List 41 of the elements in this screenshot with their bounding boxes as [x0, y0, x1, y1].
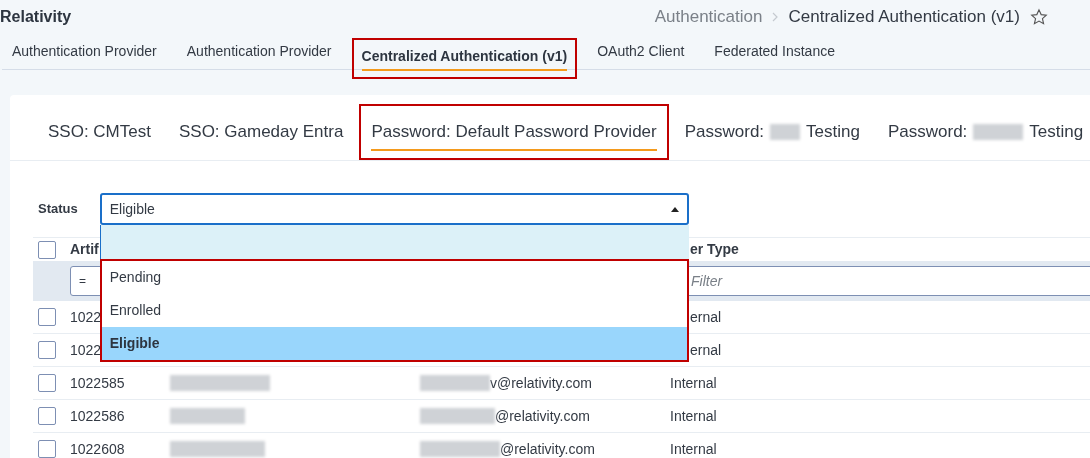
status-select[interactable]: Eligible [99, 193, 689, 225]
redaction-block [420, 375, 490, 391]
table-cell-text: Internal [670, 373, 717, 393]
caret-up-icon [670, 206, 679, 212]
star-icon[interactable] [1030, 8, 1048, 26]
checkbox[interactable] [38, 308, 56, 326]
tab[interactable]: Centralized Authentication (v1) [351, 38, 578, 79]
checkbox[interactable] [38, 341, 56, 359]
dropdown-option[interactable]: Eligible [101, 327, 687, 360]
provider-tab[interactable]: Password: Testing [672, 104, 872, 160]
table-cell-text: @relativity.com [495, 406, 590, 426]
table-cell-text: v@relativity.com [490, 373, 592, 393]
table-cell-text: Internal [670, 406, 717, 426]
column-header[interactable]: er Type [690, 239, 739, 260]
page-title: Centralized Authentication (v1) [788, 6, 1020, 29]
table-cell-text: ernal [690, 307, 722, 327]
chevron-icon [772, 12, 779, 22]
checkbox[interactable] [38, 240, 56, 259]
column-header[interactable]: Artif [70, 239, 99, 260]
provider-tab[interactable]: Password: Default Password Provider [359, 104, 669, 160]
tab[interactable]: OAuth2 Client [587, 38, 695, 69]
provider-tab[interactable]: SSO: CMTest [36, 104, 163, 160]
checkbox[interactable] [38, 440, 56, 458]
table-cell-text: 1022608 [70, 439, 125, 458]
breadcrumb-link[interactable]: Authentication [654, 4, 763, 30]
table-cell-text: ernal [690, 340, 722, 360]
provider-tab[interactable]: Password: Testing [875, 104, 1090, 160]
status-label: Status [38, 200, 78, 219]
table-cell-text: Internal [670, 439, 717, 458]
table-cell-text: 1022585 [70, 373, 125, 393]
app-title: Relativity [0, 7, 72, 27]
tab[interactable]: Federated Instance [704, 38, 845, 69]
provider-tab[interactable]: SSO: Gameday Entra [166, 104, 356, 160]
table-cell-text: @relativity.com [500, 439, 595, 458]
tab[interactable]: Authentication Provider [2, 38, 167, 69]
table-cell-text: 1022586 [70, 406, 125, 426]
tab[interactable]: Authentication Provider [176, 38, 342, 69]
checkbox[interactable] [38, 407, 56, 425]
table-cell-text: 1022 [70, 307, 102, 327]
checkbox[interactable] [38, 374, 56, 392]
table-cell-text: 1022 [70, 340, 102, 360]
